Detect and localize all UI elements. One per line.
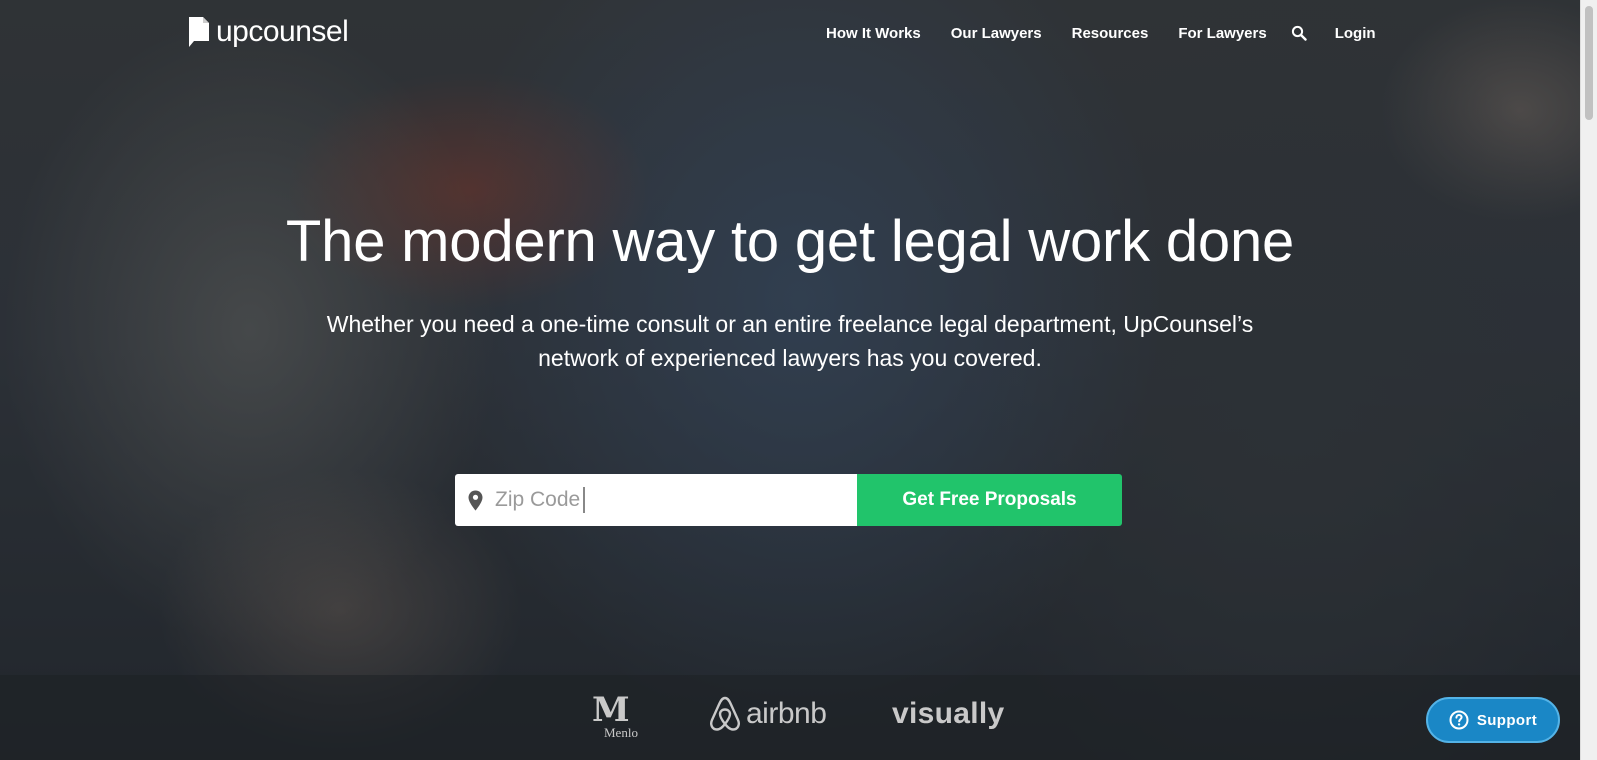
location-pin-icon	[468, 490, 483, 510]
zip-field[interactable]	[455, 474, 857, 526]
visually-logo: visually	[892, 697, 1005, 730]
menlo-logo: M Menlo	[592, 690, 638, 740]
hero-background	[0, 0, 1580, 760]
brand-name: upcounsel	[216, 15, 349, 48]
main-nav: How It Works Our Lawyers Resources For L…	[826, 22, 1376, 44]
zip-search-form: Get Free Proposals	[455, 474, 1122, 526]
support-label: Support	[1476, 711, 1538, 729]
get-free-proposals-button[interactable]: Get Free Proposals	[857, 474, 1122, 526]
text-caret	[583, 487, 585, 513]
airbnb-wordmark: airbnb	[746, 697, 827, 730]
nav-how-it-works[interactable]: How It Works	[826, 25, 921, 42]
support-button[interactable]: Support	[1426, 697, 1560, 743]
hero-title: The modern way to get legal work done	[285, 209, 1295, 274]
hero-subtitle: Whether you need a one-time consult or a…	[326, 311, 1254, 371]
client-logos-strip: M Menlo airbnb visually	[0, 675, 1580, 760]
scrollbar-thumb[interactable]	[1585, 6, 1593, 120]
nav-for-lawyers[interactable]: For Lawyers	[1178, 25, 1266, 42]
nav-resources[interactable]: Resources	[1072, 25, 1149, 42]
search-icon[interactable]	[1291, 25, 1307, 41]
brand-logo[interactable]: upcounsel	[188, 14, 349, 50]
zip-input[interactable]	[495, 488, 835, 512]
airbnb-logo: airbnb	[708, 695, 827, 733]
document-flag-icon	[189, 17, 209, 47]
menlo-logo-text: Menlo	[604, 725, 638, 740]
nav-our-lawyers[interactable]: Our Lawyers	[951, 25, 1042, 42]
page-scrollbar[interactable]	[1580, 0, 1597, 760]
airbnb-belo-icon	[710, 696, 740, 731]
menlo-logo-mark: M	[592, 690, 630, 730]
login-link[interactable]: Login	[1335, 25, 1376, 42]
help-icon	[1449, 710, 1469, 730]
